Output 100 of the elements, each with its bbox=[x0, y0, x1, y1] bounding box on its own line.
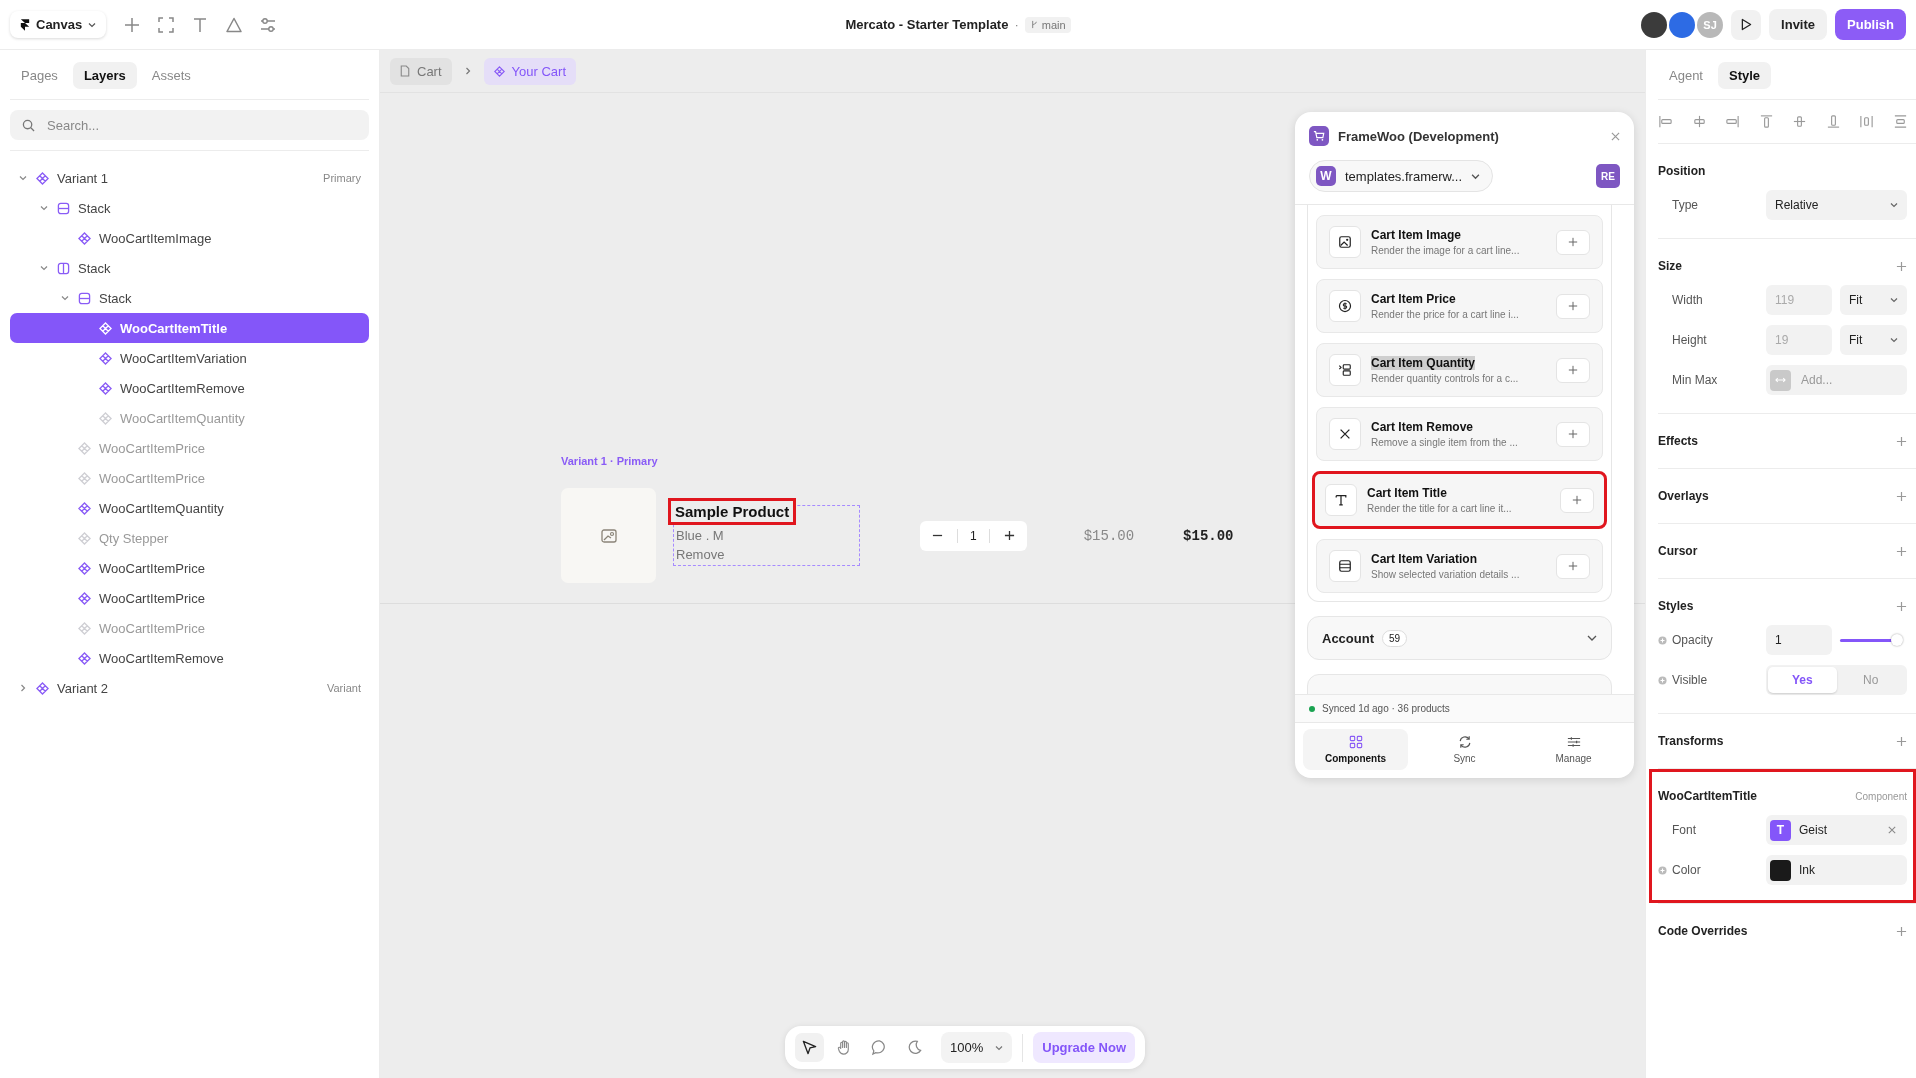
branch-tag[interactable]: main bbox=[1024, 16, 1071, 33]
opacity-field[interactable]: 1 bbox=[1766, 625, 1832, 655]
layer-row[interactable]: Stack bbox=[10, 283, 369, 313]
layer-row[interactable]: WooCartItemRemove bbox=[10, 643, 369, 673]
component-card[interactable]: Cart Item Variation Show selected variation details ... bbox=[1316, 539, 1603, 593]
layer-row[interactable]: Variant 1 Primary bbox=[10, 163, 369, 193]
stack-icon bbox=[57, 201, 70, 215]
layer-row[interactable]: WooCartItemImage bbox=[10, 223, 369, 253]
component-name: Cart Item Title bbox=[1367, 486, 1447, 500]
image-icon bbox=[1329, 226, 1361, 258]
plus-circle-icon[interactable] bbox=[1658, 635, 1667, 645]
panel-tab[interactable]: Style bbox=[1718, 62, 1772, 89]
layer-row[interactable]: WooCartItemTitle bbox=[10, 313, 369, 343]
breadcrumb-item[interactable]: Cart bbox=[390, 57, 452, 85]
property-label: Visible bbox=[1658, 673, 1766, 687]
plugin-tab[interactable]: Sync bbox=[1412, 729, 1517, 770]
align-icon[interactable] bbox=[1658, 114, 1673, 129]
plugin-tab[interactable]: Components bbox=[1303, 729, 1408, 770]
plus-icon[interactable] bbox=[1003, 530, 1015, 541]
layer-row[interactable]: Stack bbox=[10, 253, 369, 283]
align-icon[interactable] bbox=[1725, 114, 1741, 129]
zoom-dropdown[interactable]: 100% bbox=[941, 1032, 1013, 1063]
number-field[interactable]: 19 bbox=[1766, 325, 1832, 355]
component-name: Cart Item Variation bbox=[1371, 552, 1478, 566]
plus-circle-icon[interactable] bbox=[1658, 865, 1667, 875]
pointer-tool[interactable] bbox=[795, 1033, 824, 1062]
chevron-down-icon[interactable] bbox=[61, 294, 69, 302]
panel-tab[interactable]: Agent bbox=[1658, 62, 1714, 89]
add-button[interactable] bbox=[1556, 229, 1590, 255]
chevron-down-icon[interactable] bbox=[40, 264, 48, 272]
color-field[interactable]: Ink bbox=[1766, 855, 1907, 885]
user-badge[interactable]: RE bbox=[1596, 164, 1620, 188]
component-card[interactable]: Cart Item Price Render the price for a cart line i... bbox=[1316, 279, 1603, 333]
align-icon[interactable] bbox=[1691, 114, 1707, 129]
unit-dropdown[interactable]: Fit bbox=[1840, 325, 1907, 355]
preview-button[interactable] bbox=[1731, 9, 1762, 40]
plus-circle-icon[interactable] bbox=[1658, 675, 1667, 685]
layer-row[interactable]: WooCartItemPrice bbox=[10, 553, 369, 583]
add-button[interactable] bbox=[1556, 553, 1590, 579]
slider-thumb[interactable] bbox=[1891, 634, 1903, 646]
panel-tab[interactable]: Pages bbox=[10, 62, 69, 89]
component-icon bbox=[99, 351, 112, 365]
component-card[interactable]: Cart Item Quantity Render quantity controls for a c... bbox=[1316, 343, 1603, 397]
text-icon[interactable] bbox=[192, 16, 209, 33]
opacity-slider[interactable] bbox=[1840, 633, 1903, 647]
triangle-icon[interactable] bbox=[226, 16, 243, 33]
search-field[interactable]: Search... bbox=[45, 116, 357, 134]
frame-icon[interactable] bbox=[158, 16, 175, 33]
font-field[interactable]: T Geist bbox=[1766, 815, 1907, 845]
component-card[interactable]: Cart Item Remove Remove a single item from the ... bbox=[1316, 407, 1603, 461]
layer-name: WooCartItemQuantity bbox=[99, 500, 225, 516]
add-button[interactable] bbox=[1560, 487, 1594, 513]
min-max-box[interactable]: Add... bbox=[1766, 365, 1907, 395]
avatar[interactable] bbox=[1641, 11, 1668, 38]
plugin-tab[interactable]: Manage bbox=[1521, 729, 1626, 770]
search-bar[interactable]: Search... bbox=[10, 110, 369, 140]
chevron-down-icon[interactable] bbox=[19, 174, 27, 182]
layer-row[interactable]: WooCartItemPrice bbox=[10, 583, 369, 613]
upgrade-button[interactable]: Upgrade Now bbox=[1033, 1032, 1136, 1063]
avatar[interactable] bbox=[1669, 11, 1696, 38]
site-dropdown[interactable]: W templates.framerw... bbox=[1309, 160, 1494, 192]
component-card[interactable]: Cart Item Image Render the image for a cart line... bbox=[1316, 215, 1603, 269]
align-icon[interactable] bbox=[1825, 114, 1841, 129]
align-icon[interactable] bbox=[1892, 114, 1908, 129]
chevron-right-icon[interactable] bbox=[19, 684, 27, 692]
add-button[interactable] bbox=[1556, 357, 1590, 383]
min-max-field[interactable]: Add... bbox=[1799, 372, 1883, 388]
component-card[interactable]: Cart Item Title Render the title for a cart line it... bbox=[1312, 471, 1607, 529]
canvas-menu-button[interactable]: Canvas bbox=[10, 11, 107, 38]
add-button[interactable] bbox=[1556, 421, 1590, 447]
publish-button[interactable]: Publish bbox=[1835, 9, 1906, 40]
product-title[interactable]: Sample Product bbox=[668, 498, 797, 525]
layer-name: WooCartItemPrice bbox=[99, 560, 206, 576]
close-icon[interactable] bbox=[1888, 826, 1896, 834]
align-icon[interactable] bbox=[1758, 114, 1774, 129]
align-icon[interactable] bbox=[1792, 114, 1808, 129]
layer-row[interactable]: Stack bbox=[10, 193, 369, 223]
layer-row[interactable]: WooCartItemQuantity bbox=[10, 493, 369, 523]
unit-dropdown[interactable]: Fit bbox=[1840, 285, 1907, 315]
sliders-icon[interactable] bbox=[260, 16, 277, 33]
layer-row[interactable]: Variant 2 Variant bbox=[10, 673, 369, 703]
property-label: Min Max bbox=[1671, 373, 1719, 387]
toggle-option[interactable]: Yes bbox=[1768, 667, 1837, 693]
layer-row[interactable]: WooCartItemVariation bbox=[10, 343, 369, 373]
invite-button[interactable]: Invite bbox=[1769, 9, 1828, 40]
add-button[interactable] bbox=[1556, 293, 1590, 319]
plus-icon bbox=[1568, 365, 1578, 375]
component-icon bbox=[78, 231, 91, 245]
panel-tab[interactable]: Layers bbox=[72, 62, 137, 89]
number-field[interactable]: 119 bbox=[1766, 285, 1832, 315]
breadcrumb-item[interactable]: Your Cart bbox=[483, 57, 576, 85]
align-icon[interactable] bbox=[1859, 114, 1875, 129]
property-label: Font bbox=[1671, 823, 1697, 837]
layer-row[interactable]: WooCartItemRemove bbox=[10, 373, 369, 403]
close-icon[interactable] bbox=[1611, 131, 1620, 141]
remove-link[interactable]: Remove bbox=[674, 546, 859, 563]
type-dropdown[interactable]: Relative bbox=[1766, 190, 1907, 220]
chevron-down-icon[interactable] bbox=[40, 204, 48, 212]
category-accordion[interactable]: Account 59 bbox=[1307, 616, 1612, 660]
panel-tab[interactable]: Assets bbox=[140, 62, 202, 89]
